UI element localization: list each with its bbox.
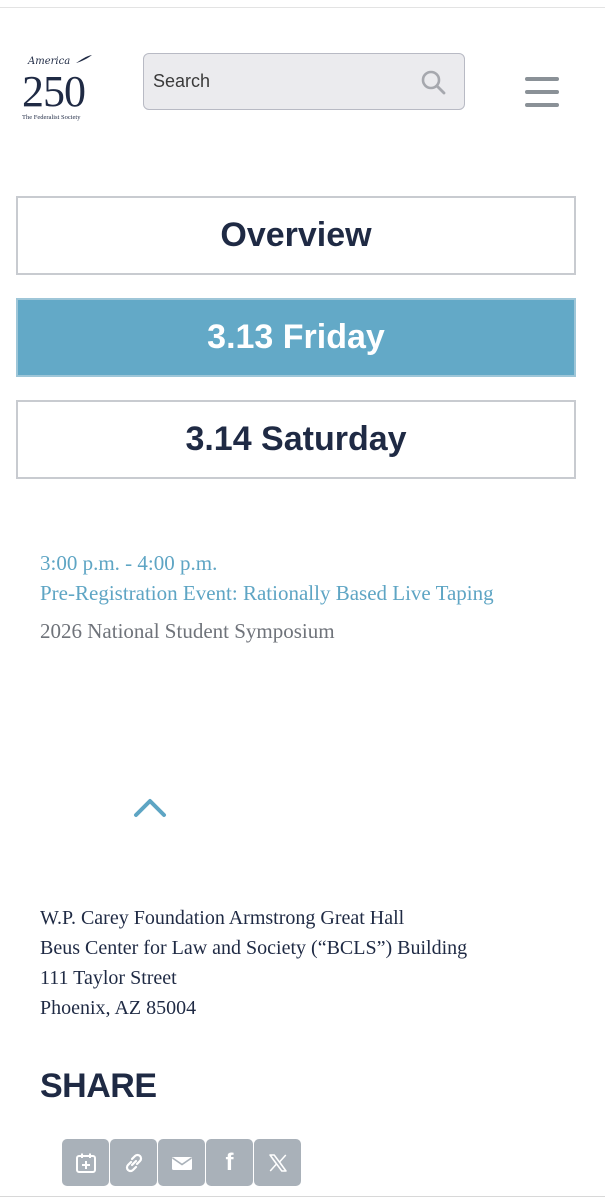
event-time: 3:00 p.m. - 4:00 p.m. [40, 551, 218, 575]
america-250-logo[interactable]: America 250 The Federalist Society [20, 55, 100, 126]
calendar-add-icon [75, 1153, 96, 1173]
venue-address: W.P. Carey Foundation Armstrong Great Ha… [40, 903, 467, 1023]
facebook-share-button[interactable]: f [206, 1139, 253, 1186]
event-title-link[interactable]: Pre-Registration Event: Rationally Based… [40, 578, 580, 608]
logo-number: 250 [22, 67, 86, 116]
address-line: W.P. Carey Foundation Armstrong Great Ha… [40, 907, 405, 929]
search-input[interactable] [153, 54, 403, 109]
top-divider [0, 7, 605, 8]
x-icon [268, 1153, 287, 1172]
facebook-icon: f [225, 1148, 234, 1176]
hamburger-menu-icon[interactable] [525, 77, 559, 107]
tab-friday[interactable]: 3.13 Friday [16, 298, 576, 377]
bottom-divider [0, 1196, 605, 1197]
tab-saturday[interactable]: 3.14 Saturday [16, 400, 576, 479]
chevron-up-icon[interactable] [133, 796, 167, 818]
search-icon[interactable] [420, 69, 446, 95]
email-icon [171, 1156, 192, 1170]
address-line: 111 Taylor Street [40, 967, 177, 989]
add-to-calendar-button[interactable] [62, 1139, 109, 1186]
event-subtitle: 2026 National Student Symposium [40, 619, 335, 643]
address-line: Beus Center for Law and Society (“BCLS”)… [40, 937, 468, 959]
quill-icon [76, 55, 92, 63]
search-box[interactable] [143, 53, 465, 110]
x-share-button[interactable] [254, 1139, 301, 1186]
email-share-button[interactable] [158, 1139, 205, 1186]
tab-overview[interactable]: Overview [16, 196, 576, 275]
logo-subtitle: The Federalist Society [22, 114, 81, 121]
link-icon [125, 1153, 142, 1172]
address-line: Phoenix, AZ 85004 [40, 997, 197, 1019]
logo-script-text: America [28, 56, 71, 67]
event-item: 3:00 p.m. - 4:00 p.m. Pre-Registration E… [40, 548, 580, 646]
share-bar: f [62, 1139, 301, 1186]
copy-link-button[interactable] [110, 1139, 157, 1186]
share-heading: SHARE [40, 1067, 157, 1105]
